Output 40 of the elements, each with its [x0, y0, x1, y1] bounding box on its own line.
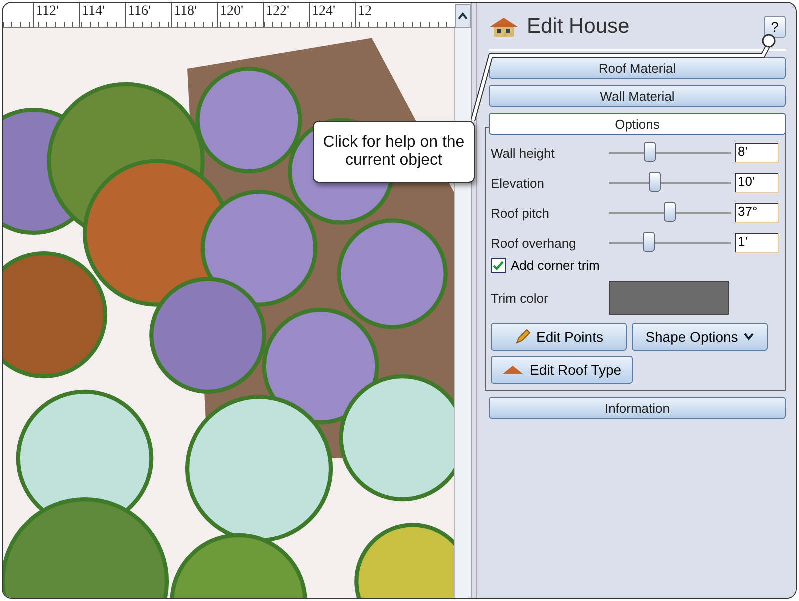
value-field[interactable]: 1': [735, 233, 779, 253]
checkbox-label: Add corner trim: [511, 258, 600, 273]
checkbox[interactable]: [491, 258, 506, 273]
slider-thumb[interactable]: [643, 232, 656, 252]
chevron-up-icon: [458, 12, 468, 20]
slider-label: Roof overhang: [491, 236, 578, 250]
help-button[interactable]: ?: [764, 16, 786, 38]
action-button[interactable]: Edit Points: [491, 323, 627, 351]
value-field[interactable]: 10': [735, 173, 779, 193]
scroll-up-button[interactable]: [455, 4, 471, 28]
ruler-label: 12: [355, 3, 401, 27]
ruler-label: 124': [309, 3, 355, 27]
help-callout: Click for help on the current object: [313, 121, 475, 183]
slider-label: Elevation: [491, 176, 546, 190]
trim-color-label: Trim color: [491, 290, 550, 306]
ruler-label: 114': [79, 3, 125, 27]
section-header[interactable]: Information: [489, 397, 786, 419]
slider-thumb[interactable]: [644, 142, 656, 162]
ruler-label: 116': [125, 3, 171, 27]
slider-thumb[interactable]: [664, 202, 676, 222]
slider-label: Roof pitch: [491, 206, 551, 220]
color-swatch[interactable]: [609, 281, 729, 315]
slider-label: Wall height: [491, 146, 556, 160]
action-button[interactable]: Shape Options: [632, 323, 768, 351]
value-field[interactable]: 8': [735, 143, 779, 163]
panel-title: Edit House: [527, 15, 631, 39]
ruler-label: 122': [263, 3, 309, 27]
section-header[interactable]: Roof Material: [489, 57, 786, 79]
chevron-down-icon: [744, 333, 754, 341]
ruler-label: 118': [171, 3, 217, 27]
house-icon: [489, 16, 519, 38]
section-header[interactable]: Wall Material: [489, 85, 786, 107]
pencil-icon: [514, 329, 531, 345]
value-field[interactable]: 37°: [735, 203, 779, 223]
section-header[interactable]: Options: [489, 113, 786, 135]
action-button[interactable]: Edit Roof Type: [491, 356, 633, 384]
slider-thumb[interactable]: [649, 172, 662, 192]
ruler-label: 120': [217, 3, 263, 27]
roof-icon: [502, 365, 524, 375]
ruler-label: 112': [33, 3, 79, 27]
